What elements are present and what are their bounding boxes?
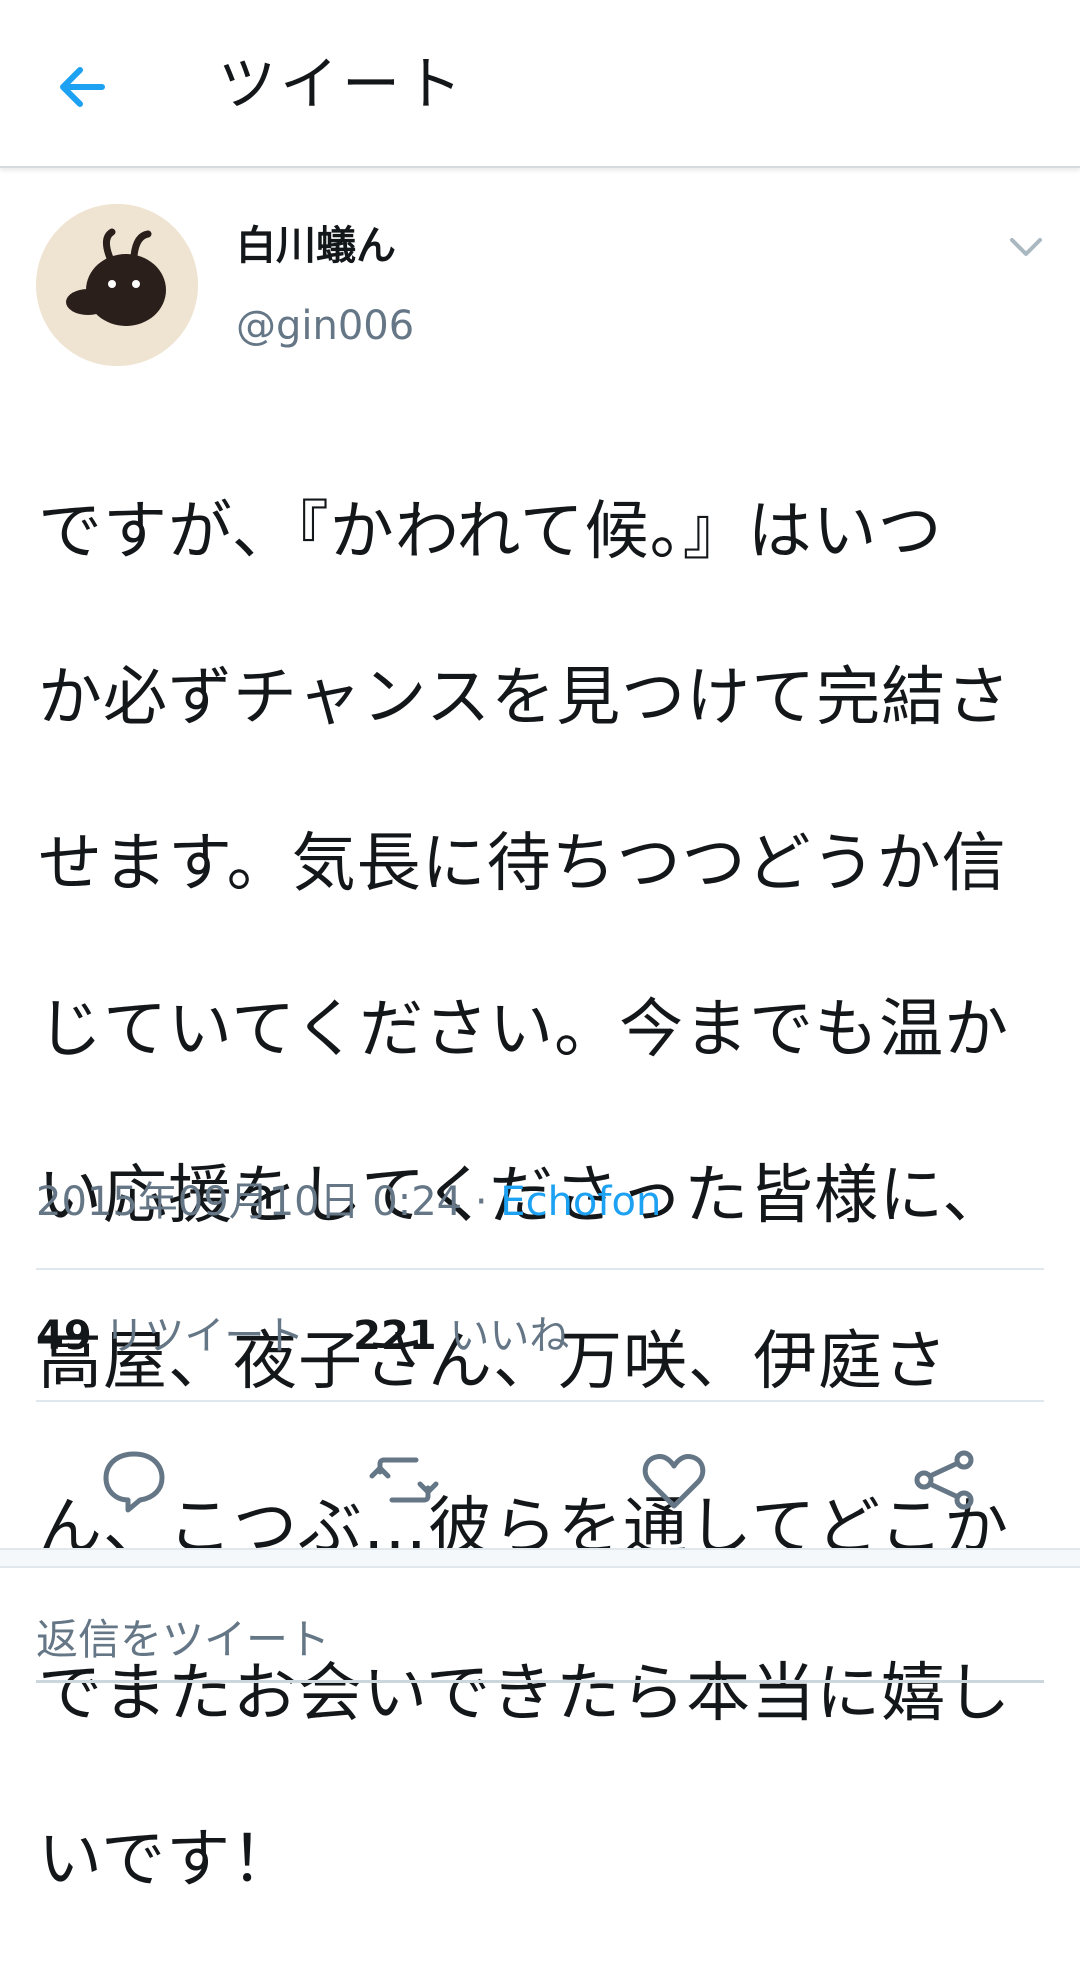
retweet-count: 49 <box>36 1313 92 1359</box>
reply-button[interactable] <box>94 1440 174 1520</box>
like-label: いいね <box>449 1313 570 1359</box>
tweet-text-line: いです！ <box>38 1823 297 1897</box>
ant-avatar-icon <box>36 204 198 366</box>
tweet-meta: 2015年09月10日 0:24 · Echofon <box>36 1176 661 1228</box>
tweet-text-line: せます。気長に待ちつつどうか信 <box>38 827 1007 901</box>
tweet-text-line: か必ずチャンスを見つけて完結さ <box>38 661 1012 735</box>
divider <box>36 1400 1044 1402</box>
page-title: ツイート <box>218 50 467 118</box>
back-button[interactable] <box>50 52 120 122</box>
retweet-icon <box>369 1457 439 1503</box>
user-handle[interactable]: @gin006 <box>236 300 414 352</box>
meta-separator: · <box>474 1179 488 1225</box>
reply-icon <box>103 1451 165 1513</box>
source-link[interactable]: Echofon <box>500 1179 661 1225</box>
arrow-left-icon <box>60 67 105 107</box>
heart-icon <box>642 1454 706 1509</box>
divider <box>36 1268 1044 1270</box>
like-count: 221 <box>353 1313 437 1359</box>
tweet-stats: 49 リツイート 221 いいね <box>36 1310 605 1362</box>
like-stat[interactable]: 221 いいね <box>353 1313 569 1359</box>
share-icon <box>914 1450 974 1510</box>
tweet-text-line: ですが、『かわれて候。』はいつ <box>38 495 943 569</box>
reply-input[interactable]: 返信をツイート <box>36 1600 1044 1683</box>
top-bar: ツイート <box>0 0 1080 168</box>
retweet-stat[interactable]: 49 リツイート <box>36 1313 317 1359</box>
share-button[interactable] <box>904 1440 984 1520</box>
more-options-button[interactable] <box>1006 232 1046 262</box>
retweet-label: リツイート <box>104 1313 305 1359</box>
tweet-text-line: じていてください。今までも温か <box>38 993 1010 1067</box>
like-button[interactable] <box>634 1440 714 1520</box>
timestamp: 2015年09月10日 0:24 <box>36 1179 463 1225</box>
section-divider <box>0 1548 1080 1568</box>
chevron-down-icon <box>1010 238 1042 256</box>
avatar[interactable] <box>36 204 198 366</box>
display-name[interactable]: 白川蟻ん <box>236 220 396 272</box>
retweet-button[interactable] <box>364 1440 444 1520</box>
